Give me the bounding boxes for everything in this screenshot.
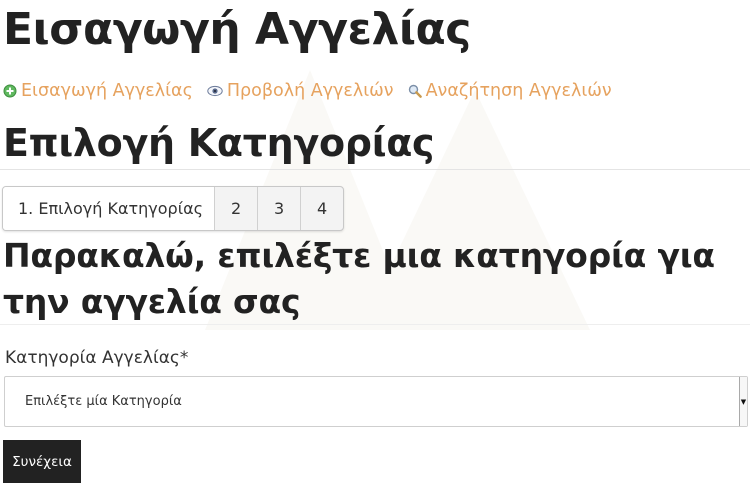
nav-link-label: Εισαγωγή Αγγελίας — [21, 81, 193, 101]
eye-icon — [207, 85, 223, 97]
top-nav: Εισαγωγή Αγγελίας Προβολή Αγγελιών Αναζή… — [3, 80, 612, 102]
nav-link-search-listings[interactable]: Αναζήτηση Αγγελιών — [408, 81, 612, 101]
step-2-tab[interactable]: 2 — [214, 187, 257, 230]
category-select-value: Επιλέξτε μία Κατηγορία — [25, 394, 182, 409]
nav-link-label: Προβολή Αγγελιών — [226, 81, 394, 101]
nav-link-label: Αναζήτηση Αγγελιών — [425, 81, 612, 101]
page: Εισαγωγή Αγγελίας Εισαγωγή Αγγελίας Προβ… — [0, 0, 750, 495]
nav-link-add-listing[interactable]: Εισαγωγή Αγγελίας — [3, 81, 193, 101]
step-1-tab[interactable]: 1. Επιλογή Κατηγορίας — [3, 187, 215, 230]
page-title: Εισαγωγή Αγγελίας — [3, 4, 471, 55]
search-icon — [408, 84, 422, 98]
category-label: Κατηγορία Αγγελίας* — [5, 348, 189, 368]
continue-button[interactable]: Συνέχεια — [3, 440, 81, 483]
prompt-divider — [0, 324, 750, 325]
chevron-down-icon[interactable]: ▼ — [739, 377, 747, 426]
section-divider — [0, 169, 750, 170]
step-4-tab[interactable]: 4 — [300, 187, 343, 230]
category-select[interactable]: Επιλέξτε μία Κατηγορία ▼ — [4, 376, 748, 427]
add-icon — [3, 84, 17, 98]
step-3-tab[interactable]: 3 — [257, 187, 300, 230]
step-indicator: 1. Επιλογή Κατηγορίας 2 3 4 — [2, 186, 345, 231]
category-prompt: Παρακαλώ, επιλέξτε μια κατηγορία για την… — [3, 236, 715, 321]
section-title: Επιλογή Κατηγορίας — [3, 121, 435, 165]
nav-link-view-listings[interactable]: Προβολή Αγγελιών — [207, 81, 394, 101]
